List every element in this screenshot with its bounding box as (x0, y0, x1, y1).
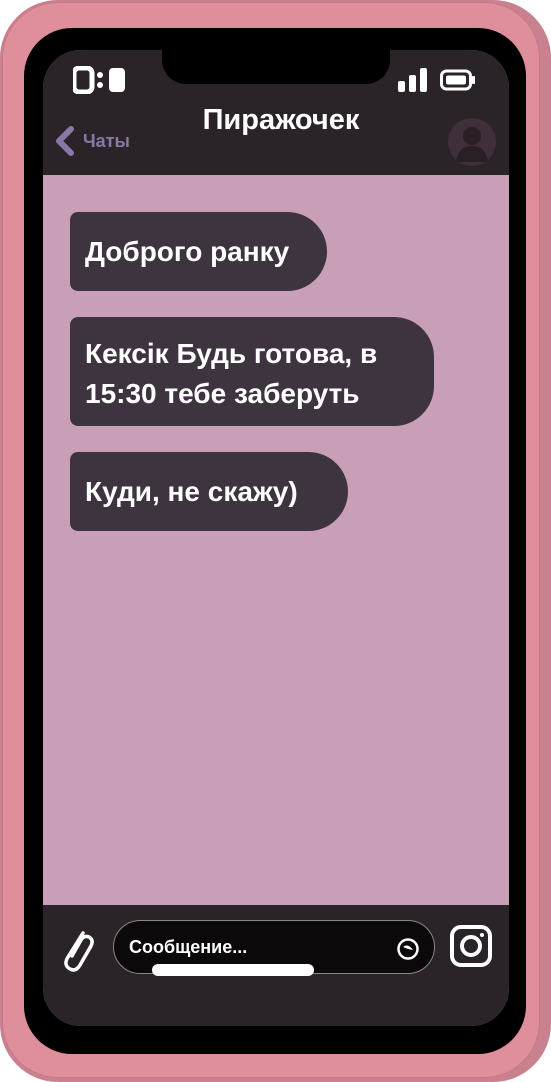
avatar-icon (456, 127, 488, 162)
chat-title: Пиражочек (202, 104, 360, 136)
message-bubble: Доброго ранку (70, 212, 327, 291)
avatar[interactable] (448, 118, 496, 166)
camera-icon[interactable] (449, 924, 493, 968)
message-bubble: Куди, не скажу) (70, 452, 348, 531)
signal-icon (398, 68, 427, 92)
paperclip-icon[interactable] (61, 927, 95, 973)
message-text: Доброго ранку (85, 235, 290, 267)
battery-icon (440, 69, 475, 91)
message-bubble: Кексік Будь готова, в 15:30 тебе заберут… (70, 317, 434, 426)
chat-header: Чаты Пиражочек (43, 50, 509, 175)
message-input-placeholder: Сообщение... (129, 936, 248, 957)
sticker-icon[interactable] (396, 937, 420, 961)
home-indicator[interactable] (152, 964, 314, 976)
status-time-icon (73, 66, 127, 94)
notch (162, 50, 390, 84)
phone-screen: Чаты Пиражочек Доброго ранку Кексік Будь… (43, 50, 509, 1026)
message-text: Куди, не скажу) (85, 475, 298, 507)
message-text: Кексік Будь готова, в 15:30 тебе заберут… (85, 337, 378, 409)
